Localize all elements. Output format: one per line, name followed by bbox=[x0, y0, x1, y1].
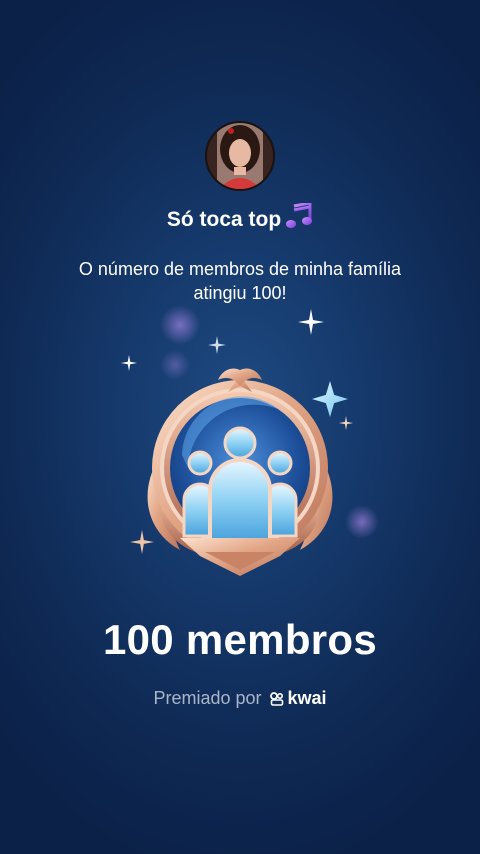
family-members-badge bbox=[110, 340, 370, 590]
avatar-photo bbox=[207, 123, 273, 189]
achievement-message: O número de membros de minha família ati… bbox=[78, 259, 402, 303]
family-members-badge-icon bbox=[147, 368, 333, 576]
member-avatar[interactable] bbox=[205, 121, 275, 191]
sparkle-icon bbox=[298, 309, 324, 335]
family-name-heading: Só toca top bbox=[0, 201, 480, 235]
musical-notes-icon bbox=[285, 201, 313, 235]
awarded-by-line: Premiado por kwai bbox=[0, 688, 480, 711]
badge-title: 100 membros bbox=[102, 616, 378, 663]
family-achievement-screen: Só toca top O número de membros de minha… bbox=[0, 0, 480, 854]
family-name-text: Só toca top bbox=[166, 208, 282, 231]
awarded-by-label: Premiado por bbox=[153, 688, 262, 708]
kwai-brand-text: kwai bbox=[287, 688, 327, 708]
kwai-logo-icon bbox=[269, 690, 284, 711]
background-glow bbox=[160, 305, 200, 345]
